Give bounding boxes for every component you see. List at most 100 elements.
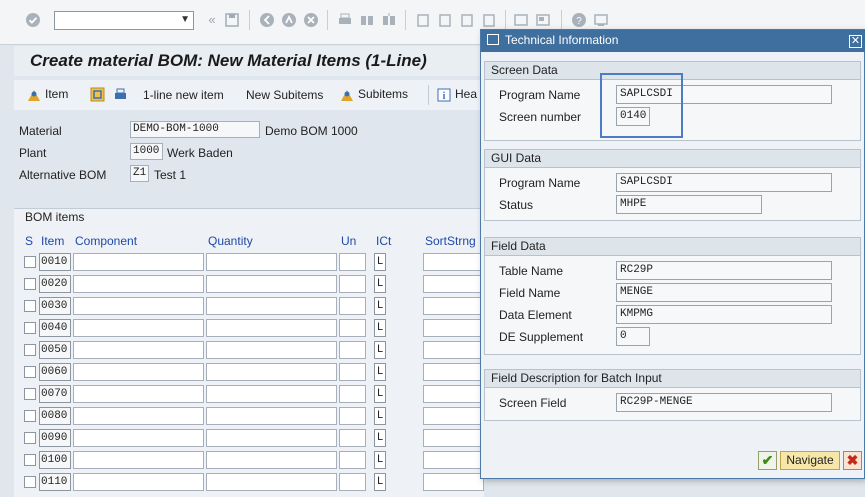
field-name-field[interactable]: MENGE xyxy=(616,283,832,302)
exit-icon[interactable] xyxy=(281,12,297,28)
sort-string-field[interactable] xyxy=(423,385,484,403)
item-number-field[interactable]: 0090 xyxy=(39,429,71,447)
row-select-checkbox[interactable] xyxy=(24,410,36,422)
alternative-bom-field[interactable]: Z1 xyxy=(130,165,149,182)
header-button[interactable]: i Hea xyxy=(437,87,477,102)
chevron-down-icon[interactable]: ▼ xyxy=(180,14,190,25)
subitems-button[interactable]: Subitems xyxy=(340,87,408,102)
close-icon[interactable]: ✕ xyxy=(849,35,862,48)
unit-field[interactable] xyxy=(339,319,366,337)
component-field[interactable] xyxy=(73,363,204,381)
column-header-item[interactable]: Item xyxy=(41,234,64,248)
check-icon[interactable] xyxy=(25,12,41,28)
sort-string-field[interactable] xyxy=(423,429,484,447)
row-select-checkbox[interactable] xyxy=(24,476,36,488)
sort-string-field[interactable] xyxy=(423,253,484,271)
row-select-checkbox[interactable] xyxy=(24,256,36,268)
component-field[interactable] xyxy=(73,341,204,359)
item-number-field[interactable]: 0070 xyxy=(39,385,71,403)
item-number-field[interactable]: 0050 xyxy=(39,341,71,359)
back-icon[interactable] xyxy=(259,12,275,28)
one-line-new-item-button[interactable]: 1-line new item xyxy=(143,88,224,102)
quantity-field[interactable] xyxy=(206,297,337,315)
unit-field[interactable] xyxy=(339,429,366,447)
transport-button[interactable] xyxy=(90,86,108,102)
sort-string-field[interactable] xyxy=(423,319,484,337)
find-next-icon[interactable] xyxy=(381,12,397,28)
quantity-field[interactable] xyxy=(206,473,337,491)
command-field[interactable]: ▼ xyxy=(54,11,194,30)
unit-field[interactable] xyxy=(339,473,366,491)
component-field[interactable] xyxy=(73,429,204,447)
status-field[interactable]: MHPE xyxy=(616,195,762,214)
component-field[interactable] xyxy=(73,319,204,337)
sort-string-field[interactable] xyxy=(423,363,484,381)
quantity-field[interactable] xyxy=(206,363,337,381)
column-header-component[interactable]: Component xyxy=(75,234,137,248)
sort-string-field[interactable] xyxy=(423,407,484,425)
confirm-button[interactable]: ✔ xyxy=(758,451,777,470)
unit-field[interactable] xyxy=(339,253,366,271)
component-field[interactable] xyxy=(73,407,204,425)
component-field[interactable] xyxy=(73,473,204,491)
item-number-field[interactable]: 0080 xyxy=(39,407,71,425)
unit-field[interactable] xyxy=(339,275,366,293)
item-button[interactable]: Item xyxy=(27,87,68,102)
component-field[interactable] xyxy=(73,253,204,271)
item-category-field[interactable]: L xyxy=(374,341,386,359)
print-icon[interactable] xyxy=(337,12,353,28)
column-header-ict[interactable]: ICt xyxy=(376,234,391,248)
save-icon[interactable] xyxy=(224,12,240,28)
quantity-field[interactable] xyxy=(206,407,337,425)
component-field[interactable] xyxy=(73,297,204,315)
item-number-field[interactable]: 0100 xyxy=(39,451,71,469)
quantity-field[interactable] xyxy=(206,429,337,447)
back-nav-icon[interactable]: « xyxy=(204,12,220,28)
item-category-field[interactable]: L xyxy=(374,451,386,469)
unit-field[interactable] xyxy=(339,341,366,359)
customize-layout-icon[interactable] xyxy=(593,12,609,28)
quantity-field[interactable] xyxy=(206,451,337,469)
item-number-field[interactable]: 0010 xyxy=(39,253,71,271)
row-select-checkbox[interactable] xyxy=(24,322,36,334)
unit-field[interactable] xyxy=(339,451,366,469)
item-number-field[interactable]: 0110 xyxy=(39,473,71,491)
quantity-field[interactable] xyxy=(206,385,337,403)
sort-string-field[interactable] xyxy=(423,451,484,469)
table-name-field[interactable]: RC29P xyxy=(616,261,832,280)
item-category-field[interactable]: L xyxy=(374,363,386,381)
item-category-field[interactable]: L xyxy=(374,473,386,491)
unit-field[interactable] xyxy=(339,407,366,425)
row-select-checkbox[interactable] xyxy=(24,366,36,378)
next-page-icon[interactable] xyxy=(459,12,475,28)
item-number-field[interactable]: 0060 xyxy=(39,363,71,381)
item-category-field[interactable]: L xyxy=(374,253,386,271)
column-header-sortstrng[interactable]: SortStrng xyxy=(425,234,476,248)
component-field[interactable] xyxy=(73,275,204,293)
previous-page-icon[interactable] xyxy=(437,12,453,28)
unit-field[interactable] xyxy=(339,297,366,315)
component-field[interactable] xyxy=(73,385,204,403)
shortcut-icon[interactable] xyxy=(535,12,551,28)
row-select-checkbox[interactable] xyxy=(24,432,36,444)
sort-string-field[interactable] xyxy=(423,275,484,293)
quantity-field[interactable] xyxy=(206,253,337,271)
new-session-icon[interactable] xyxy=(513,12,529,28)
de-supplement-field[interactable]: 0 xyxy=(616,327,650,346)
cancel-button[interactable]: ✖ xyxy=(843,451,862,470)
quantity-field[interactable] xyxy=(206,341,337,359)
row-select-checkbox[interactable] xyxy=(24,344,36,356)
row-select-checkbox[interactable] xyxy=(24,388,36,400)
gui-program-name-field[interactable]: SAPLCSDI xyxy=(616,173,832,192)
cancel-icon[interactable] xyxy=(303,12,319,28)
component-field[interactable] xyxy=(73,451,204,469)
item-number-field[interactable]: 0020 xyxy=(39,275,71,293)
item-number-field[interactable]: 0040 xyxy=(39,319,71,337)
column-header-s[interactable]: S xyxy=(25,234,33,248)
last-page-icon[interactable] xyxy=(481,12,497,28)
new-subitems-button[interactable]: New Subitems xyxy=(246,88,323,102)
unit-field[interactable] xyxy=(339,385,366,403)
row-select-checkbox[interactable] xyxy=(24,278,36,290)
row-select-checkbox[interactable] xyxy=(24,300,36,312)
material-field[interactable]: DEMO-BOM-1000 xyxy=(130,121,260,138)
